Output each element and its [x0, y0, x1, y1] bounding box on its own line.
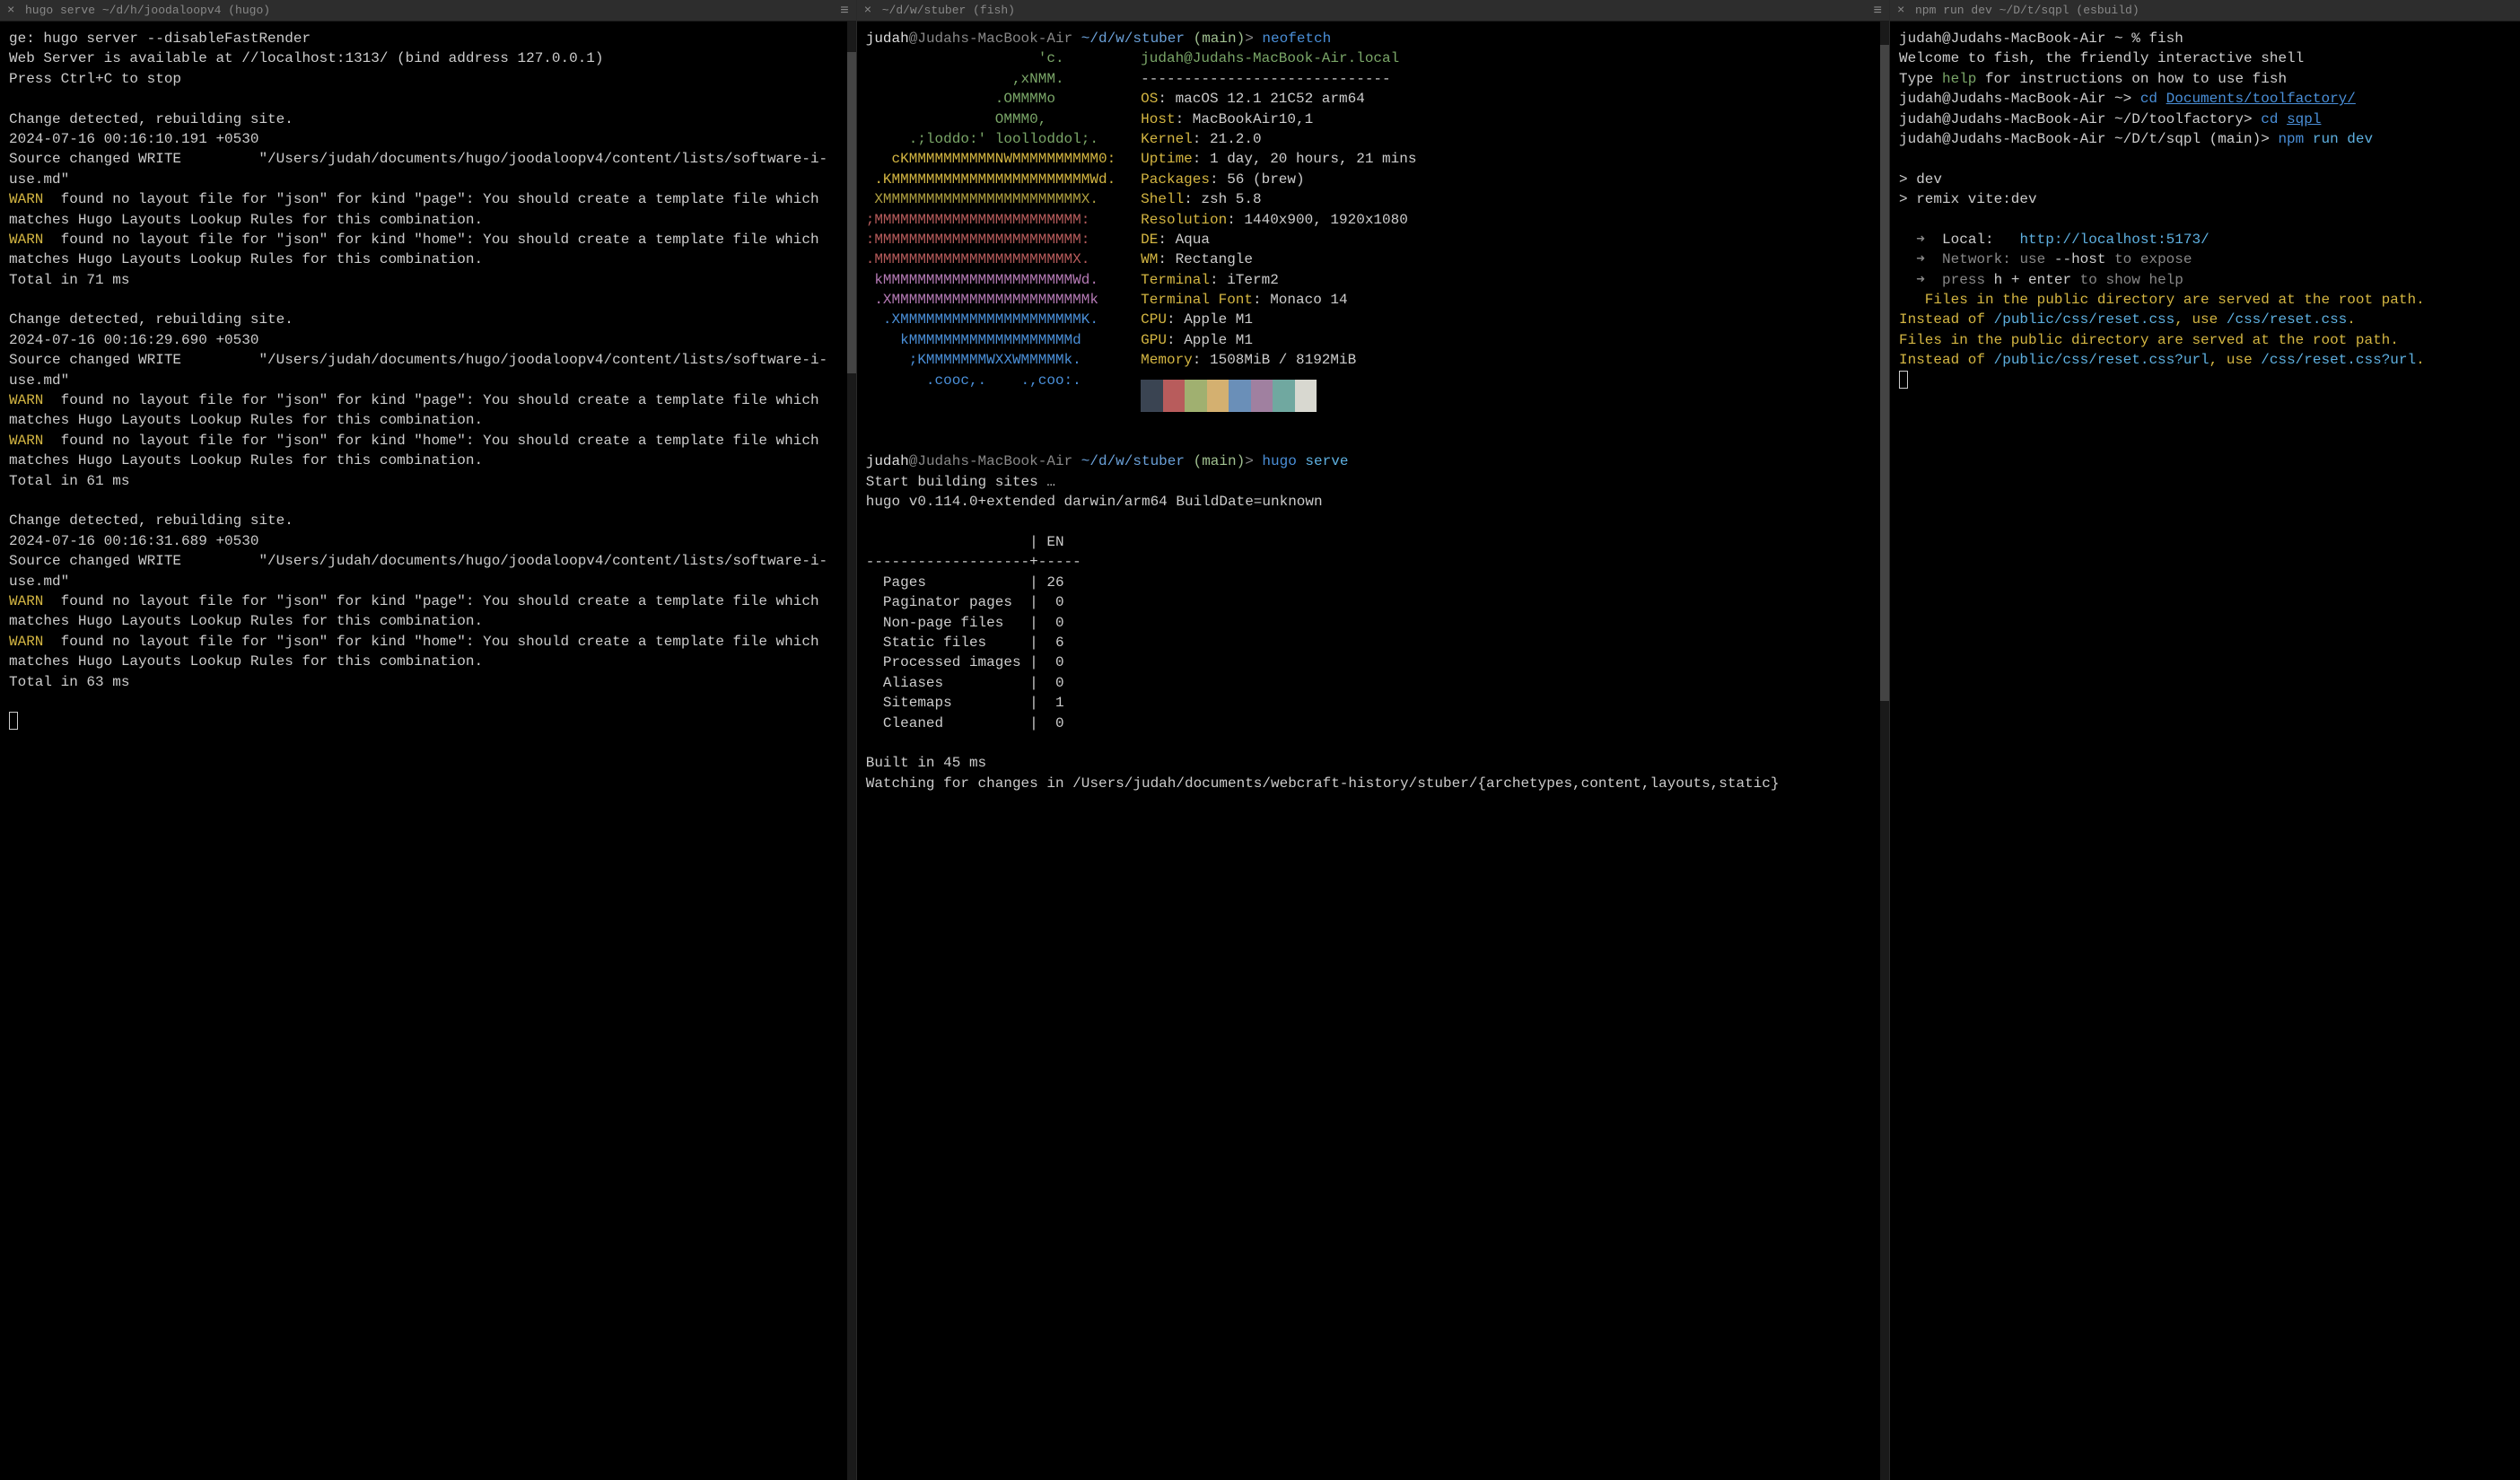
pane-sqpl: × npm run dev ~/D/t/sqpl (esbuild) judah…	[1890, 0, 2520, 1480]
scrollbar-mid[interactable]	[1880, 22, 1889, 1480]
pane-hugo-serve: × hugo serve ~/d/h/joodaloopv4 (hugo) ≡ …	[0, 0, 857, 1480]
tab-title: npm run dev ~/D/t/sqpl (esbuild)	[1915, 4, 2139, 17]
menu-icon[interactable]: ≡	[1873, 5, 1882, 16]
color-swatches	[1141, 380, 1317, 412]
close-icon[interactable]: ×	[864, 5, 875, 16]
terminal-right[interactable]: judah@Judahs-MacBook-Air ~ % fishWelcome…	[1890, 22, 2520, 1480]
close-icon[interactable]: ×	[7, 5, 18, 16]
terminal-workspace: × hugo serve ~/d/h/joodaloopv4 (hugo) ≡ …	[0, 0, 2520, 1480]
cursor	[1899, 371, 1908, 389]
terminal-left[interactable]: ge: hugo server --disableFastRender Web …	[0, 22, 856, 1480]
neofetch-info: judah@Judahs-MacBook-Air.local ---------…	[1141, 48, 1416, 411]
menu-icon[interactable]: ≡	[840, 5, 849, 16]
tab-title: ~/d/w/stuber (fish)	[882, 4, 1015, 17]
scrollbar-left[interactable]	[847, 22, 856, 1480]
terminal-mid[interactable]: judah@Judahs-MacBook-Air ~/d/w/stuber (m…	[857, 22, 1889, 1480]
tab-bar-mid[interactable]: × ~/d/w/stuber (fish) ≡	[857, 0, 1889, 22]
pane-stuber: × ~/d/w/stuber (fish) ≡ judah@Judahs-Mac…	[857, 0, 1890, 1480]
tab-bar-left[interactable]: × hugo serve ~/d/h/joodaloopv4 (hugo) ≡	[0, 0, 856, 22]
cursor	[9, 712, 18, 730]
tab-title: hugo serve ~/d/h/joodaloopv4 (hugo)	[25, 4, 270, 17]
close-icon[interactable]: ×	[1897, 5, 1908, 16]
neofetch-logo: 'c. ,xNMM. .OMMMMo OMMM0, .;loddo:' lool…	[866, 48, 1116, 390]
tab-bar-right[interactable]: × npm run dev ~/D/t/sqpl (esbuild)	[1890, 0, 2520, 22]
